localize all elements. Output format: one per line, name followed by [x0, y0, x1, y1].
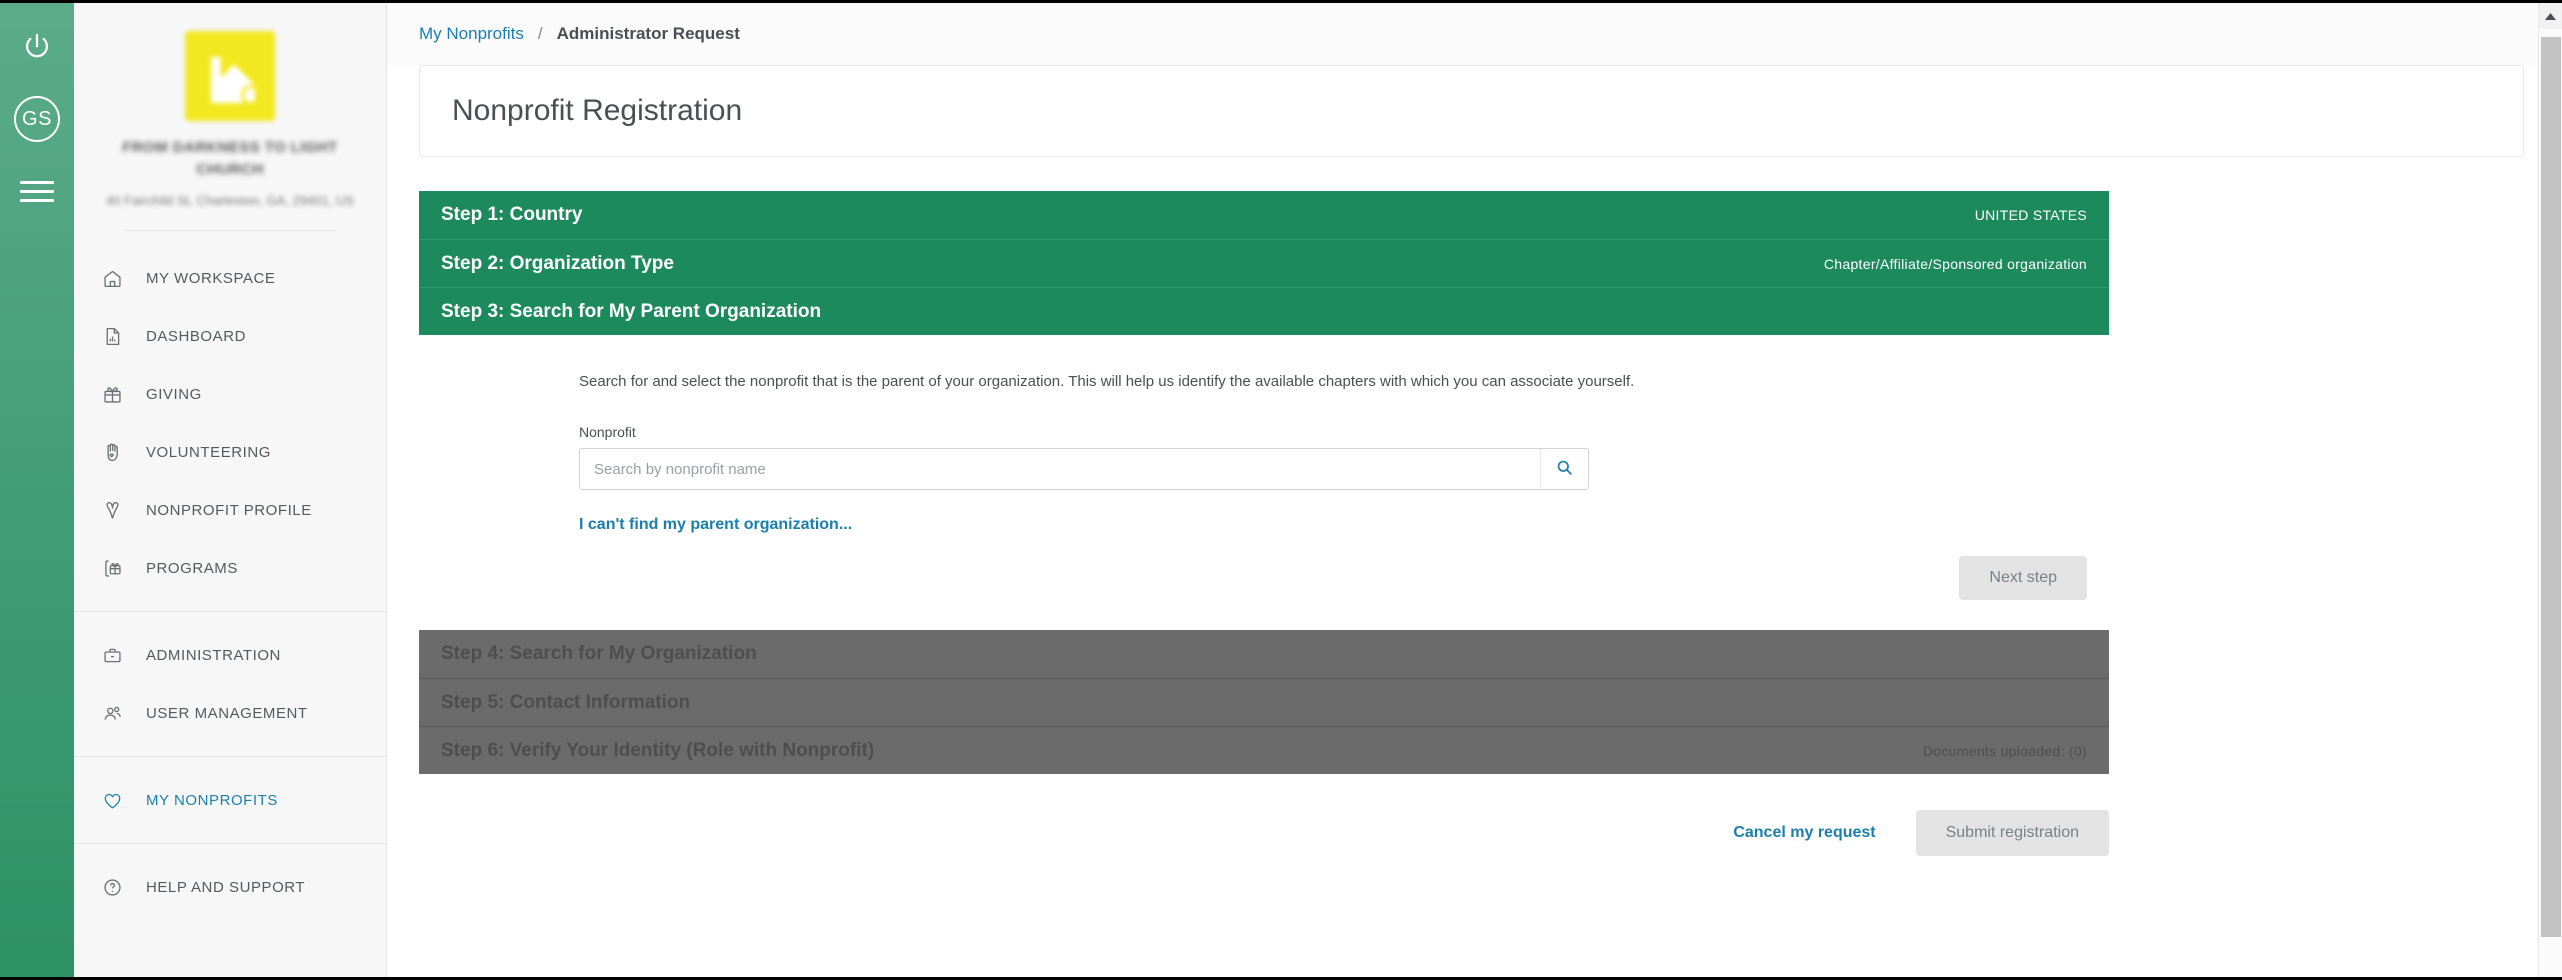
- organization-logo: [185, 31, 275, 121]
- sidebar-item-label: PROGRAMS: [146, 559, 238, 577]
- left-rail: GS: [0, 3, 74, 977]
- step-value-country: UNITED STATES: [1974, 207, 2087, 223]
- application-window: GS FROM DARKNESS TO LIGHT CHURCH 40 Fair…: [0, 0, 2562, 980]
- organization-name: FROM DARKNESS TO LIGHT CHURCH: [122, 139, 338, 178]
- next-step-button[interactable]: Next step: [1959, 556, 2087, 600]
- sidebar-item-administration[interactable]: ADMINISTRATION: [74, 626, 386, 684]
- step-1-country-header[interactable]: Step 1: Country UNITED STATES: [419, 191, 2109, 239]
- breadcrumb-current: Administrator Request: [556, 24, 740, 43]
- sidebar-item-my-workspace[interactable]: MY WORKSPACE: [74, 249, 386, 307]
- sidebar-item-dashboard[interactable]: DASHBOARD: [74, 307, 386, 365]
- sidebar-item-label: USER MANAGEMENT: [146, 704, 308, 722]
- sidebar: FROM DARKNESS TO LIGHT CHURCH 40 Fairchi…: [74, 3, 387, 977]
- submit-registration-button[interactable]: Submit registration: [1915, 810, 2109, 856]
- nav-group-primary: MY WORKSPACE DASHBOARD GIVING VOLUNTEERI…: [74, 243, 386, 603]
- sidebar-item-my-nonprofits[interactable]: MY NONPROFITS: [74, 771, 386, 829]
- breadcrumb-link-my-nonprofits[interactable]: My Nonprofits: [419, 24, 524, 44]
- step-3-body: Search for and select the nonprofit that…: [419, 335, 2109, 630]
- step-label: Step 3: Search for My Parent Organizatio…: [441, 300, 822, 322]
- bottom-actions: Cancel my request Submit registration: [419, 774, 2109, 856]
- sidebar-item-label: MY WORKSPACE: [146, 269, 276, 287]
- avatar[interactable]: GS: [11, 93, 63, 145]
- step-6-verify-identity-header: Step 6: Verify Your Identity (Role with …: [419, 726, 2109, 774]
- page-scrollbar[interactable]: [2538, 3, 2562, 977]
- organization-block: FROM DARKNESS TO LIGHT CHURCH 40 Fairchi…: [74, 3, 386, 231]
- step-5-contact-information-header: Step 5: Contact Information: [419, 678, 2109, 726]
- registration-wizard: Step 1: Country UNITED STATES Step 2: Or…: [419, 191, 2109, 774]
- organization-address: 40 Fairchild St, Charleston, GA, 29401, …: [106, 192, 354, 208]
- sidebar-item-label: HELP AND SUPPORT: [146, 878, 306, 896]
- hamburger-icon[interactable]: [11, 165, 63, 217]
- step-4-search-organization-header: Step 4: Search for My Organization: [419, 630, 2109, 678]
- step-label: Step 5: Contact Information: [441, 691, 691, 713]
- clipboard-gift-icon: [102, 558, 146, 579]
- step-label: Step 6: Verify Your Identity (Role with …: [441, 739, 875, 761]
- sidebar-item-label: DASHBOARD: [146, 327, 246, 345]
- sidebar-item-label: ADMINISTRATION: [146, 646, 281, 664]
- heart-icon: [102, 790, 146, 811]
- content-area: Nonprofit Registration Step 1: Country U…: [387, 65, 2562, 977]
- avatar-initials: GS: [14, 96, 60, 142]
- nav-group-help: HELP AND SUPPORT: [74, 843, 386, 922]
- question-circle-icon: [102, 877, 146, 898]
- sidebar-item-label: MY NONPROFITS: [146, 791, 278, 809]
- step-3-parent-organization-header[interactable]: Step 3: Search for My Parent Organizatio…: [419, 287, 2109, 335]
- nonprofit-field-label: Nonprofit: [579, 424, 636, 440]
- sidebar-item-programs[interactable]: PROGRAMS: [74, 539, 386, 597]
- cancel-my-request-button[interactable]: Cancel my request: [1727, 823, 1881, 843]
- sidebar-item-volunteering[interactable]: VOLUNTEERING: [74, 423, 386, 481]
- step-label: Step 1: Country: [441, 204, 583, 225]
- nonprofit-search-input[interactable]: [579, 448, 1589, 490]
- main-content: My Nonprofits / Administrator Request No…: [387, 3, 2562, 977]
- sidebar-item-help-and-support[interactable]: HELP AND SUPPORT: [74, 858, 386, 916]
- next-step-row: Next step: [419, 534, 2109, 606]
- search-button[interactable]: [1540, 449, 1588, 489]
- scroll-up-arrow-icon[interactable]: [2539, 3, 2562, 29]
- users-icon: [102, 703, 146, 724]
- step-helper-text: Search for and select the nonprofit that…: [579, 373, 1635, 390]
- scrollbar-thumb[interactable]: [2541, 37, 2561, 937]
- sidebar-navigation: MY WORKSPACE DASHBOARD GIVING VOLUNTEERI…: [74, 231, 386, 922]
- sidebar-item-nonprofit-profile[interactable]: NONPROFIT PROFILE: [74, 481, 386, 539]
- home-icon: [102, 268, 146, 289]
- step-value-organization-type: Chapter/Affiliate/Sponsored organization: [1823, 255, 2087, 272]
- documents-uploaded-count: Documents uploaded: (0): [1922, 742, 2087, 759]
- sidebar-item-label: GIVING: [146, 385, 202, 403]
- step-label: Step 4: Search for My Organization: [441, 643, 757, 664]
- page-title: Nonprofit Registration: [452, 94, 743, 127]
- briefcase-icon: [102, 645, 146, 666]
- sidebar-item-user-management[interactable]: USER MANAGEMENT: [74, 684, 386, 742]
- document-chart-icon: [102, 326, 146, 347]
- nav-group-admin: ADMINISTRATION USER MANAGEMENT: [74, 611, 386, 748]
- nonprofit-search-row: [579, 448, 1589, 490]
- sidebar-item-label: NONPROFIT PROFILE: [146, 501, 312, 519]
- cant-find-parent-organization-link[interactable]: I can't find my parent organization...: [579, 516, 852, 534]
- breadcrumb: My Nonprofits / Administrator Request: [387, 3, 2562, 65]
- power-icon[interactable]: [11, 21, 63, 73]
- sidebar-item-giving[interactable]: GIVING: [74, 365, 386, 423]
- sidebar-item-label: VOLUNTEERING: [146, 443, 271, 461]
- ribbon-icon: [102, 500, 146, 521]
- nav-group-nonprofits: MY NONPROFITS: [74, 756, 386, 835]
- step-label: Step 2: Organization Type: [441, 252, 674, 274]
- hand-heart-icon: [102, 442, 146, 463]
- search-icon: [1555, 458, 1574, 480]
- page-title-card: Nonprofit Registration: [419, 65, 2524, 157]
- breadcrumb-separator: /: [537, 24, 543, 43]
- gift-icon: [102, 384, 146, 405]
- step-2-organization-type-header[interactable]: Step 2: Organization Type Chapter/Affili…: [419, 239, 2109, 287]
